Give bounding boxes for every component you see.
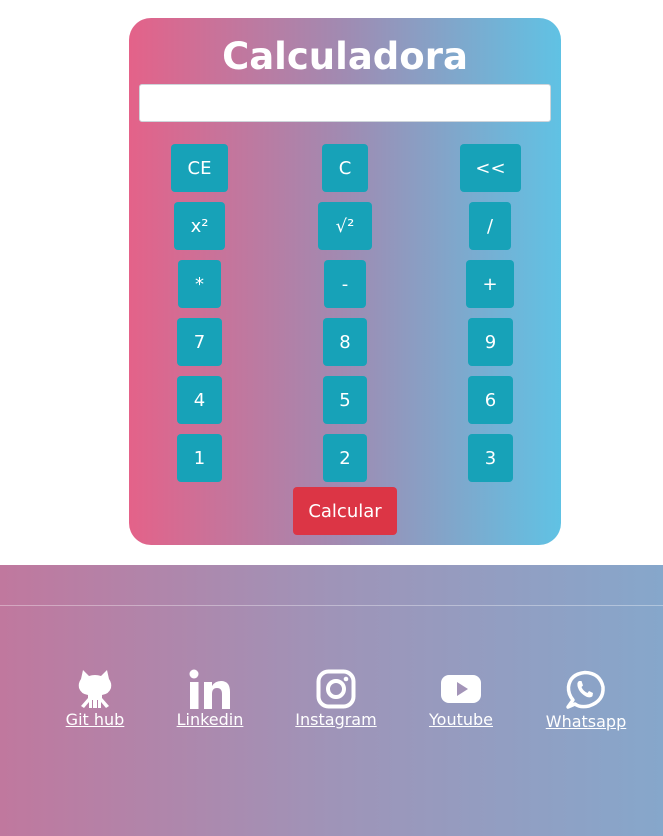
calculate-button[interactable]: Calcular [293, 487, 397, 535]
multiply-button[interactable]: * [178, 260, 221, 308]
instagram-link[interactable]: Instagram [295, 669, 377, 729]
calculator-panel: Calculadora CE C << x² √² / * - + 7 8 9 … [129, 18, 561, 545]
clear-button[interactable]: C [322, 144, 368, 192]
footer: Git hub Linkedin Instagram Youtube Whats… [0, 565, 663, 836]
footer-divider [0, 605, 663, 606]
github-link-label: Git hub [65, 710, 125, 729]
digit-6-button[interactable]: 6 [468, 376, 513, 424]
whatsapp-link-label: Whatsapp [545, 712, 627, 731]
whatsapp-icon [566, 670, 605, 709]
sqrt-button[interactable]: √² [318, 202, 372, 250]
calculator-display[interactable] [139, 84, 551, 122]
digit-9-button[interactable]: 9 [468, 318, 513, 366]
calculator-title: Calculadora [222, 35, 468, 78]
instagram-icon [316, 669, 356, 709]
youtube-icon [441, 675, 481, 703]
digit-4-button[interactable]: 4 [177, 376, 222, 424]
digit-3-button[interactable]: 3 [468, 434, 513, 482]
youtube-link[interactable]: Youtube [425, 669, 497, 729]
digit-7-button[interactable]: 7 [177, 318, 222, 366]
clear-entry-button[interactable]: CE [171, 144, 228, 192]
whatsapp-link[interactable]: Whatsapp [545, 669, 627, 731]
youtube-link-label: Youtube [429, 710, 493, 729]
digit-1-button[interactable]: 1 [177, 434, 222, 482]
divide-button[interactable]: / [469, 202, 511, 250]
digit-2-button[interactable]: 2 [323, 434, 367, 482]
linkedin-link[interactable]: Linkedin [175, 669, 245, 729]
instagram-link-label: Instagram [295, 710, 377, 729]
subtract-button[interactable]: - [324, 260, 366, 308]
backspace-button[interactable]: << [460, 144, 521, 192]
add-button[interactable]: + [466, 260, 514, 308]
digit-5-button[interactable]: 5 [323, 376, 367, 424]
digit-8-button[interactable]: 8 [323, 318, 367, 366]
square-button[interactable]: x² [174, 202, 225, 250]
linkedin-icon [189, 669, 230, 709]
github-icon [78, 670, 112, 708]
linkedin-link-label: Linkedin [176, 710, 244, 729]
github-link[interactable]: Git hub [60, 669, 130, 729]
